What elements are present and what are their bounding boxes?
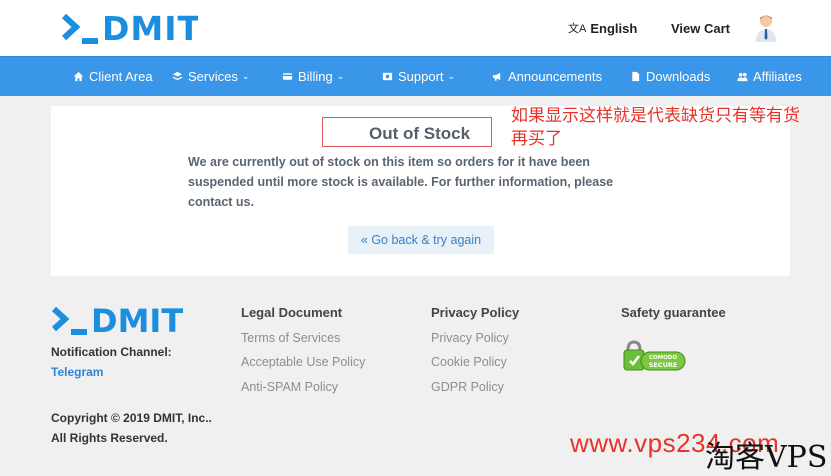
notification-channel-label: Notification Channel: [51, 345, 172, 359]
svg-text:SECURE: SECURE [649, 361, 678, 369]
anti-spam-policy-link[interactable]: Anti-SPAM Policy [241, 380, 338, 394]
svg-text:DMIT: DMIT [91, 303, 183, 337]
nav-label: Services [188, 68, 238, 84]
dmit-logo[interactable]: DMIT [60, 10, 198, 46]
chevron-down-icon: ⌄ [241, 70, 250, 81]
nav-billing[interactable]: Billing ⌄ [282, 56, 344, 96]
nav-label: Downloads [646, 68, 711, 84]
telegram-link[interactable]: Telegram [51, 365, 103, 379]
language-selector[interactable]: 文A English [568, 0, 637, 56]
nav-label: Billing [298, 68, 333, 84]
svg-text:DMIT: DMIT [102, 10, 198, 46]
users-icon [737, 72, 748, 81]
chevron-down-icon: ⌄ [447, 70, 456, 81]
page-title: Out of Stock [369, 124, 471, 143]
nav-label: Support [398, 68, 444, 84]
footer-logo-mark: DMIT [51, 303, 183, 337]
megaphone-icon [492, 72, 501, 81]
credit-card-icon [282, 72, 293, 80]
language-label: English [590, 20, 638, 36]
comodo-secure-seal-icon[interactable]: COMODO SECURE [621, 340, 687, 374]
watermark-brand: 淘客VPS [705, 440, 828, 475]
nav-announcements[interactable]: Announcements [492, 56, 602, 96]
nav-affiliates[interactable]: Affiliates [737, 56, 802, 96]
copyright-line-1: Copyright © 2019 DMIT, Inc.. [51, 411, 212, 425]
acceptable-use-policy-link[interactable]: Acceptable Use Policy [241, 355, 365, 369]
view-cart-label: View Cart [671, 20, 731, 36]
nav-client-area[interactable]: Client Area [73, 56, 153, 96]
translate-icon: 文A [568, 23, 587, 35]
chevron-down-icon: ⌄ [336, 70, 345, 81]
nav-label: Affiliates [753, 68, 802, 84]
nav-label: Client Area [89, 68, 153, 84]
nav-downloads[interactable]: Downloads [630, 56, 710, 96]
safety-guarantee-heading: Safety guarantee [621, 305, 726, 320]
file-icon [632, 71, 640, 81]
legal-document-heading: Legal Document [241, 305, 343, 320]
nav-services[interactable]: Services ⌄ [172, 56, 249, 96]
footer-dmit-logo[interactable]: DMIT [51, 303, 185, 337]
go-back-button[interactable]: « Go back & try again [348, 226, 494, 254]
nav-support[interactable]: Support ⌄ [382, 56, 455, 96]
gdpr-policy-link[interactable]: GDPR Policy [431, 380, 504, 394]
annotation-note: 如果显示这样就是代表缺货只有等有货再买了 [511, 106, 800, 149]
privacy-policy-link[interactable]: Privacy Policy [431, 331, 509, 345]
ticket-icon [382, 72, 393, 80]
privacy-policy-heading: Privacy Policy [431, 305, 520, 320]
terms-of-services-link[interactable]: Terms of Services [241, 331, 340, 345]
nav-label: Announcements [508, 68, 602, 84]
home-icon [73, 71, 84, 81]
out-of-stock-message: We are currently out of stock on this it… [188, 155, 614, 209]
user-avatar-icon[interactable] [755, 14, 777, 42]
stack-icon [172, 71, 183, 80]
logo-mark: DMIT [61, 10, 198, 46]
copyright-line-2: All Rights Reserved. [51, 431, 168, 445]
cookie-policy-link[interactable]: Cookie Policy [431, 355, 507, 369]
view-cart-link[interactable]: View Cart [671, 0, 730, 56]
